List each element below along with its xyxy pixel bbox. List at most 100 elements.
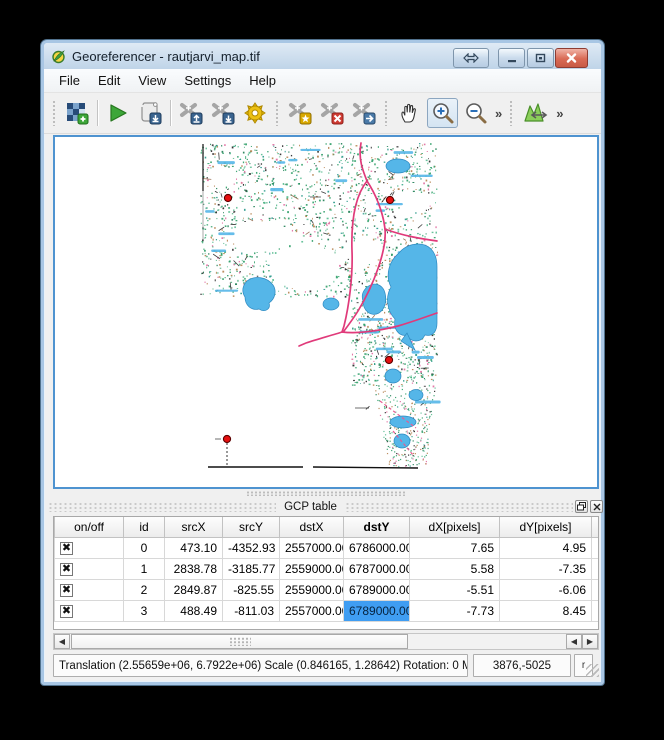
- gcp-download-icon: [210, 100, 236, 126]
- dock-float-button[interactable]: [575, 500, 588, 513]
- menu-edit[interactable]: Edit: [89, 70, 129, 91]
- gcp-enabled-checkbox[interactable]: ✖: [60, 605, 73, 618]
- gcp-marker-3[interactable]: [223, 435, 230, 442]
- minimize-button[interactable]: [498, 48, 525, 68]
- start-georeferencing-button[interactable]: [104, 99, 132, 127]
- gcp-onoff-cell[interactable]: ✖: [55, 579, 124, 600]
- gcp-cell-dX[interactable]: -7.73: [410, 600, 500, 621]
- title-bar[interactable]: Georeferencer - rautjarvi_map.tif: [44, 43, 601, 69]
- toolbar-overflow-chevron[interactable]: »: [495, 106, 502, 121]
- gcp-col-header-onoff[interactable]: on/off: [55, 517, 124, 537]
- gcp-col-header-dstX[interactable]: dstX: [280, 517, 344, 537]
- gcp-marker-2[interactable]: [385, 356, 392, 363]
- move-point-button[interactable]: [350, 99, 378, 127]
- gcp-col-header-id[interactable]: id: [124, 517, 165, 537]
- gcp-table: on/offidsrcXsrcYdstXdstYdX[pixels]dY[pix…: [53, 516, 599, 630]
- gcp-star-icon: [287, 100, 313, 126]
- gcp-cell-dstX[interactable]: 2557000.00: [280, 600, 344, 621]
- gcp-cell-srcY[interactable]: -825.55: [223, 579, 280, 600]
- script-scroll-icon: [138, 101, 162, 125]
- toolbar-grip[interactable]: [275, 100, 280, 126]
- dock-toggle-button[interactable]: [453, 48, 489, 68]
- toolbar-grip[interactable]: [384, 100, 389, 126]
- gcp-cell-dX[interactable]: 5.58: [410, 558, 500, 579]
- qgis-app-icon: [51, 49, 66, 64]
- pan-button[interactable]: [395, 99, 423, 127]
- gcp-red-x-icon: [319, 100, 345, 126]
- gcp-onoff-cell[interactable]: ✖: [55, 600, 124, 621]
- save-gcp-points-button[interactable]: [209, 99, 237, 127]
- gcp-cell-id[interactable]: 0: [124, 537, 165, 558]
- close-icon: [566, 53, 577, 63]
- gcp-cell-srcX[interactable]: 488.49: [165, 600, 223, 621]
- zoom-to-layer-button[interactable]: [520, 99, 551, 127]
- gcp-cell-id[interactable]: 1: [124, 558, 165, 579]
- menu-view[interactable]: View: [129, 70, 175, 91]
- toolbar-separator: [170, 100, 171, 126]
- map-canvas[interactable]: [53, 135, 599, 489]
- dock-splitter-handle[interactable]: [53, 490, 599, 497]
- menu-file[interactable]: File: [50, 70, 89, 91]
- toolbar-grip[interactable]: [52, 100, 57, 126]
- gcp-cell-dstY[interactable]: 6787000.00: [344, 558, 410, 579]
- scroll-right-button[interactable]: ▶: [582, 634, 598, 649]
- gcp-cell-dY[interactable]: -7.35: [500, 558, 592, 579]
- gcp-cell-dstX[interactable]: 2559000.00: [280, 558, 344, 579]
- gcp-cell-dX[interactable]: 7.65: [410, 537, 500, 558]
- gcp-table-hscrollbar[interactable]: ◀ ◀ ▶: [53, 633, 599, 650]
- gcp-enabled-checkbox[interactable]: ✖: [60, 563, 73, 576]
- gcp-enabled-checkbox[interactable]: ✖: [60, 584, 73, 597]
- gcp-onoff-cell[interactable]: ✖: [55, 558, 124, 579]
- close-button[interactable]: [555, 48, 588, 68]
- open-raster-button[interactable]: [63, 99, 91, 127]
- gcp-cell-srcX[interactable]: 2849.87: [165, 579, 223, 600]
- menu-bar: File Edit View Settings Help: [44, 69, 601, 93]
- load-gcp-points-button[interactable]: [177, 99, 205, 127]
- gcp-cell-srcY[interactable]: -811.03: [223, 600, 280, 621]
- scroll-left-button-2[interactable]: ◀: [566, 634, 582, 649]
- gcp-cell-id[interactable]: 3: [124, 600, 165, 621]
- gcp-col-header-srcY[interactable]: srcY: [223, 517, 280, 537]
- gcp-cell-dY[interactable]: 4.95: [500, 537, 592, 558]
- zoom-out-button[interactable]: [462, 99, 490, 127]
- gcp-cell-dstX[interactable]: 2559000.00: [280, 579, 344, 600]
- window-resize-grip[interactable]: [586, 664, 599, 677]
- gcp-onoff-cell[interactable]: ✖: [55, 537, 124, 558]
- gcp-marker-0[interactable]: [224, 194, 231, 201]
- maximize-button[interactable]: [527, 48, 554, 68]
- toolbar-grip[interactable]: [509, 100, 514, 126]
- dock-close-button[interactable]: [590, 500, 603, 513]
- gcp-cell-dstX[interactable]: 2557000.00: [280, 537, 344, 558]
- gcp-cell-dY[interactable]: 8.45: [500, 600, 592, 621]
- gcp-cell-dstY[interactable]: 6789000.00: [344, 579, 410, 600]
- maximize-icon: [535, 53, 546, 63]
- gcp-col-header-srcX[interactable]: srcX: [165, 517, 223, 537]
- zoom-in-button[interactable]: [427, 98, 458, 128]
- gcp-col-header-dstY[interactable]: dstY: [344, 517, 410, 537]
- scrollbar-thumb[interactable]: [71, 634, 408, 649]
- delete-point-button[interactable]: [318, 99, 346, 127]
- menu-help[interactable]: Help: [240, 70, 285, 91]
- gcp-cell-srcX[interactable]: 473.10: [165, 537, 223, 558]
- gcp-cell-srcY[interactable]: -3185.77: [223, 558, 280, 579]
- gcp-cell-dX[interactable]: -5.51: [410, 579, 500, 600]
- gcp-cell-id[interactable]: 2: [124, 579, 165, 600]
- gcp-col-header-dXpixels[interactable]: dX[pixels]: [410, 517, 500, 537]
- add-point-button[interactable]: [286, 99, 314, 127]
- gcp-cell-dstY[interactable]: 6789000.00: [344, 600, 410, 621]
- menu-settings[interactable]: Settings: [175, 70, 240, 91]
- gcp-cell-dY[interactable]: -6.06: [500, 579, 592, 600]
- toolbar-overflow-chevron[interactable]: »: [556, 106, 563, 121]
- gcp-dock-titlebar[interactable]: GCP table: [48, 498, 603, 515]
- gcp-col-header-dYpixels[interactable]: dY[pixels]: [500, 517, 592, 537]
- gdal-script-button[interactable]: [136, 99, 164, 127]
- gcp-cell-srcY[interactable]: -4352.93: [223, 537, 280, 558]
- green-play-icon: [107, 102, 129, 124]
- gcp-marker-1[interactable]: [386, 196, 393, 203]
- transformation-settings-button[interactable]: [241, 99, 269, 127]
- gcp-enabled-checkbox[interactable]: ✖: [60, 542, 73, 555]
- gcp-cell-srcX[interactable]: 2838.78: [165, 558, 223, 579]
- minimize-icon: [507, 54, 517, 63]
- scroll-left-button[interactable]: ◀: [54, 634, 70, 649]
- gcp-cell-dstY[interactable]: 6786000.00: [344, 537, 410, 558]
